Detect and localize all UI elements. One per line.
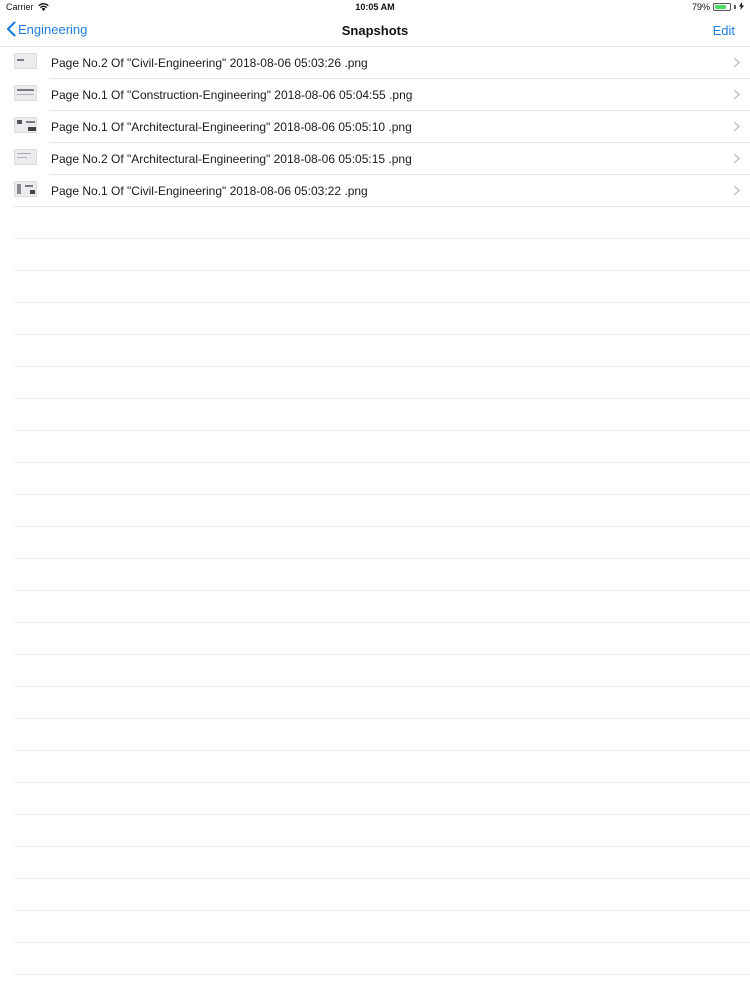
snapshot-row[interactable]: Page No.1 Of "Construction-Engineering" … (0, 79, 750, 111)
snapshot-row[interactable]: Page No.2 Of "Architectural-Engineering"… (0, 143, 750, 175)
empty-row (0, 239, 750, 271)
charging-icon (739, 2, 744, 12)
empty-row (0, 623, 750, 655)
page-title: Snapshots (341, 23, 409, 38)
empty-row (0, 911, 750, 943)
chevron-right-icon (733, 153, 740, 164)
thumbnail-icon (14, 53, 37, 69)
snapshot-row-label: Page No.1 Of "Construction-Engineering" … (51, 88, 413, 102)
snapshot-row-label: Page No.1 Of "Architectural-Engineering"… (51, 120, 412, 134)
empty-row (0, 591, 750, 623)
empty-row (0, 207, 750, 239)
empty-row (0, 399, 750, 431)
empty-row (0, 879, 750, 911)
battery-icon (713, 3, 731, 11)
battery-percent: 79% (691, 2, 710, 12)
empty-row (0, 847, 750, 879)
empty-row (0, 815, 750, 847)
battery-cap (734, 5, 736, 9)
snapshot-row-label: Page No.2 Of "Civil-Engineering" 2018-08… (51, 56, 368, 70)
chevron-right-icon (733, 57, 740, 68)
empty-row (0, 655, 750, 687)
status-bar: Carrier 10:05 AM 79% (0, 0, 750, 15)
chevron-left-icon (6, 21, 16, 37)
empty-row (0, 559, 750, 591)
row-separator (14, 974, 750, 975)
status-right: 79% (692, 2, 744, 12)
thumbnail-icon (14, 117, 37, 133)
empty-row (0, 303, 750, 335)
empty-row (0, 271, 750, 303)
snapshot-row[interactable]: Page No.2 Of "Civil-Engineering" 2018-08… (0, 47, 750, 79)
empty-row (0, 783, 750, 815)
empty-rows (0, 207, 750, 975)
snapshot-list: Page No.2 Of "Civil-Engineering" 2018-08… (0, 47, 750, 975)
snapshot-row-label: Page No.1 Of "Civil-Engineering" 2018-08… (51, 184, 368, 198)
empty-row (0, 943, 750, 975)
empty-row (0, 463, 750, 495)
snapshot-row[interactable]: Page No.1 Of "Architectural-Engineering"… (0, 111, 750, 143)
empty-row (0, 495, 750, 527)
thumbnail-icon (14, 85, 37, 101)
back-button-label: Engineering (18, 21, 88, 37)
empty-row (0, 751, 750, 783)
thumbnail-icon (14, 181, 37, 197)
empty-row (0, 527, 750, 559)
snapshot-row[interactable]: Page No.1 Of "Civil-Engineering" 2018-08… (0, 175, 750, 207)
navigation-bar: Engineering Snapshots Edit (0, 15, 750, 47)
back-button[interactable]: Engineering (6, 21, 87, 37)
empty-row (0, 335, 750, 367)
snapshots-screen: Carrier 10:05 AM 79% Engineering Snapsho… (0, 0, 750, 1000)
thumbnail-icon (14, 149, 37, 165)
edit-button[interactable]: Edit (713, 23, 735, 38)
empty-row (0, 719, 750, 751)
chevron-right-icon (733, 121, 740, 132)
battery-fill (715, 5, 726, 9)
empty-row (0, 431, 750, 463)
chevron-right-icon (733, 185, 740, 196)
empty-row (0, 687, 750, 719)
snapshot-row-label: Page No.2 Of "Architectural-Engineering"… (51, 152, 412, 166)
chevron-right-icon (733, 89, 740, 100)
status-time: 10:05 AM (355, 2, 395, 12)
empty-row (0, 367, 750, 399)
